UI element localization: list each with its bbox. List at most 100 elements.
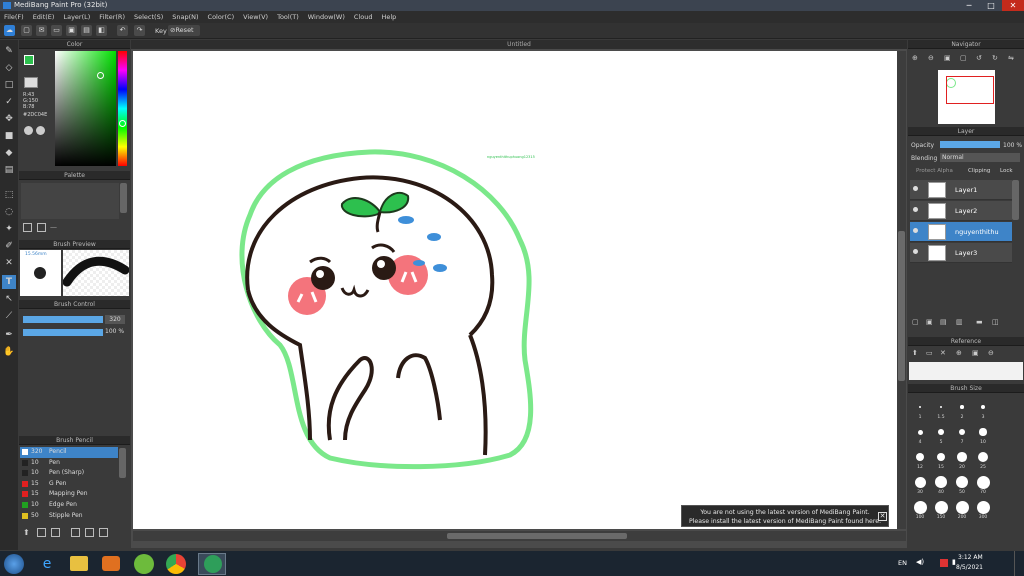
reference-fit-icon[interactable]: ▣ <box>972 349 979 357</box>
undo-icon[interactable]: ↶ <box>117 25 128 36</box>
bucket-tool-icon[interactable]: ◆ <box>2 146 16 160</box>
gradient-tool-icon[interactable]: ▤ <box>2 163 16 177</box>
menu-color[interactable]: Color(C) <box>208 13 235 21</box>
palette-swatch-area[interactable] <box>21 183 119 219</box>
show-desktop-button[interactable] <box>1014 551 1024 576</box>
layer-options-icon[interactable]: ▥ <box>956 318 963 326</box>
brush-size-preset[interactable]: 1 <box>910 398 930 422</box>
chrome-icon[interactable] <box>166 554 186 574</box>
primary-color-swatch[interactable] <box>24 55 34 65</box>
canvas-vertical-scrollbar[interactable] <box>897 51 906 529</box>
menu-file[interactable]: File(F) <box>4 13 24 21</box>
color-picker-cursor[interactable] <box>97 72 104 79</box>
brush-size-preset[interactable]: 3 <box>973 398 993 422</box>
layer-row[interactable]: Layer3 <box>910 243 1012 263</box>
reference-zoom-out-icon[interactable]: ⊖ <box>988 349 994 357</box>
minimize-button[interactable]: ─ <box>958 0 980 11</box>
menu-help[interactable]: Help <box>381 13 396 21</box>
utorrent-icon[interactable] <box>134 554 154 574</box>
duplicate-layer-icon[interactable]: ▤ <box>940 318 947 326</box>
document-tab[interactable]: Untitled <box>131 40 907 49</box>
menu-select[interactable]: Select(S) <box>134 13 163 21</box>
update-notification[interactable]: You are not using the latest version of … <box>681 505 889 527</box>
brush-item[interactable]: 15 Mapping Pen <box>20 489 118 500</box>
brush-size-preset[interactable]: 10 <box>973 423 993 447</box>
navigator-preview[interactable] <box>938 70 995 124</box>
palette-menu-icon[interactable]: — <box>50 223 57 231</box>
delete-palette-icon[interactable] <box>37 223 46 232</box>
brush-size-preset[interactable]: 15 <box>931 448 951 472</box>
ie-icon[interactable]: e <box>38 555 56 573</box>
eraser-tool-icon[interactable]: ◇ <box>2 61 16 75</box>
rect-tool-icon[interactable]: □ <box>2 78 16 92</box>
brush-size-preset[interactable]: 7 <box>952 423 972 447</box>
lock-checkbox[interactable]: Lock <box>1000 168 1013 174</box>
cloud-icon[interactable]: ☁ <box>4 25 15 36</box>
brush-size-preset[interactable]: 5 <box>931 423 951 447</box>
fit-icon[interactable]: ▣ <box>944 54 951 62</box>
brush-size-preset[interactable]: 40 <box>931 473 951 497</box>
menu-snap[interactable]: Snap(N) <box>172 13 198 21</box>
brush-tool-icon[interactable]: ✎ <box>2 44 16 58</box>
brush-list-scrollbar[interactable] <box>119 448 126 478</box>
dot-tool-icon[interactable]: ✓ <box>2 95 16 109</box>
export-icon[interactable]: ▤ <box>81 25 92 36</box>
transparent-swatch[interactable] <box>24 77 38 88</box>
folder-icon[interactable] <box>70 556 88 571</box>
brush-size-preset[interactable]: 70 <box>973 473 993 497</box>
language-indicator[interactable]: EN <box>898 559 907 567</box>
layer-row[interactable]: nguyenthithu <box>910 222 1012 242</box>
brush-copy-icon[interactable] <box>37 528 46 537</box>
brush-size-preset[interactable]: 25 <box>973 448 993 472</box>
layer-row[interactable]: Layer1 <box>910 180 1012 200</box>
brush-settings-icon[interactable] <box>51 528 60 537</box>
reset-button[interactable]: ⊘Reset <box>168 25 200 36</box>
menu-window[interactable]: Window(W) <box>308 13 345 21</box>
new-layer-icon[interactable]: ▢ <box>912 318 919 326</box>
brush-size-preset[interactable]: 100 <box>910 498 930 522</box>
canvas-horizontal-scrollbar[interactable] <box>133 531 906 541</box>
brush-item[interactable]: 10 Edge Pen <box>20 500 118 511</box>
eye-icon[interactable] <box>913 186 918 191</box>
brush-delete-icon[interactable] <box>99 528 108 537</box>
eyedropper-icon[interactable]: ✒ <box>2 328 16 342</box>
add-palette-icon[interactable] <box>23 223 32 232</box>
rotate-right-icon[interactable]: ↻ <box>992 54 998 62</box>
reference-close-icon[interactable]: ✕ <box>940 349 946 357</box>
brush-item[interactable]: 50 Stipple Pen <box>20 511 118 522</box>
palette-icon[interactable] <box>24 126 33 135</box>
brush-size-preset[interactable]: 12 <box>910 448 930 472</box>
menu-layer[interactable]: Layer(L) <box>63 13 90 21</box>
brush-size-preset[interactable]: 150 <box>931 498 951 522</box>
color-sv-picker[interactable] <box>55 51 116 166</box>
eye-icon[interactable] <box>913 228 918 233</box>
select-pen-icon[interactable]: ✐ <box>2 239 16 253</box>
redo-icon[interactable]: ↷ <box>134 25 145 36</box>
brush-item[interactable]: 15 G Pen <box>20 479 118 490</box>
antivirus-tray-icon[interactable] <box>940 559 948 567</box>
magic-wand-icon[interactable]: ✦ <box>2 222 16 236</box>
new-file-icon[interactable]: ▢ <box>21 25 32 36</box>
hue-slider-cursor[interactable] <box>119 120 126 127</box>
actual-size-icon[interactable]: ▢ <box>960 54 967 62</box>
text-tool-icon[interactable]: T <box>2 275 16 289</box>
brush-size-preset[interactable]: 1.5 <box>931 398 951 422</box>
brush-size-preset[interactable]: 4 <box>910 423 930 447</box>
brush-opacity-slider[interactable] <box>23 329 103 336</box>
brush-size-preset[interactable]: 30 <box>910 473 930 497</box>
brush-size-preset[interactable]: 2 <box>952 398 972 422</box>
fill-shape-icon[interactable]: ■ <box>2 129 16 143</box>
layer-list-scrollbar[interactable] <box>1012 180 1019 220</box>
layer-opacity-slider[interactable] <box>940 141 1000 148</box>
divide-tool-icon[interactable]: ⟋ <box>2 309 16 323</box>
reference-up-icon[interactable]: ⬆ <box>912 349 918 357</box>
open-icon[interactable]: ▭ <box>51 25 62 36</box>
hue-slider[interactable] <box>118 51 127 166</box>
layer-row[interactable]: Layer2 <box>910 201 1012 221</box>
lasso-tool-icon[interactable]: ◌ <box>2 205 16 219</box>
start-button[interactable] <box>4 554 24 574</box>
chat-icon[interactable]: ✉ <box>36 25 47 36</box>
reference-area[interactable] <box>909 362 1023 380</box>
hand-tool-icon[interactable]: ✋ <box>2 345 16 359</box>
navigator-viewport[interactable] <box>946 76 994 104</box>
